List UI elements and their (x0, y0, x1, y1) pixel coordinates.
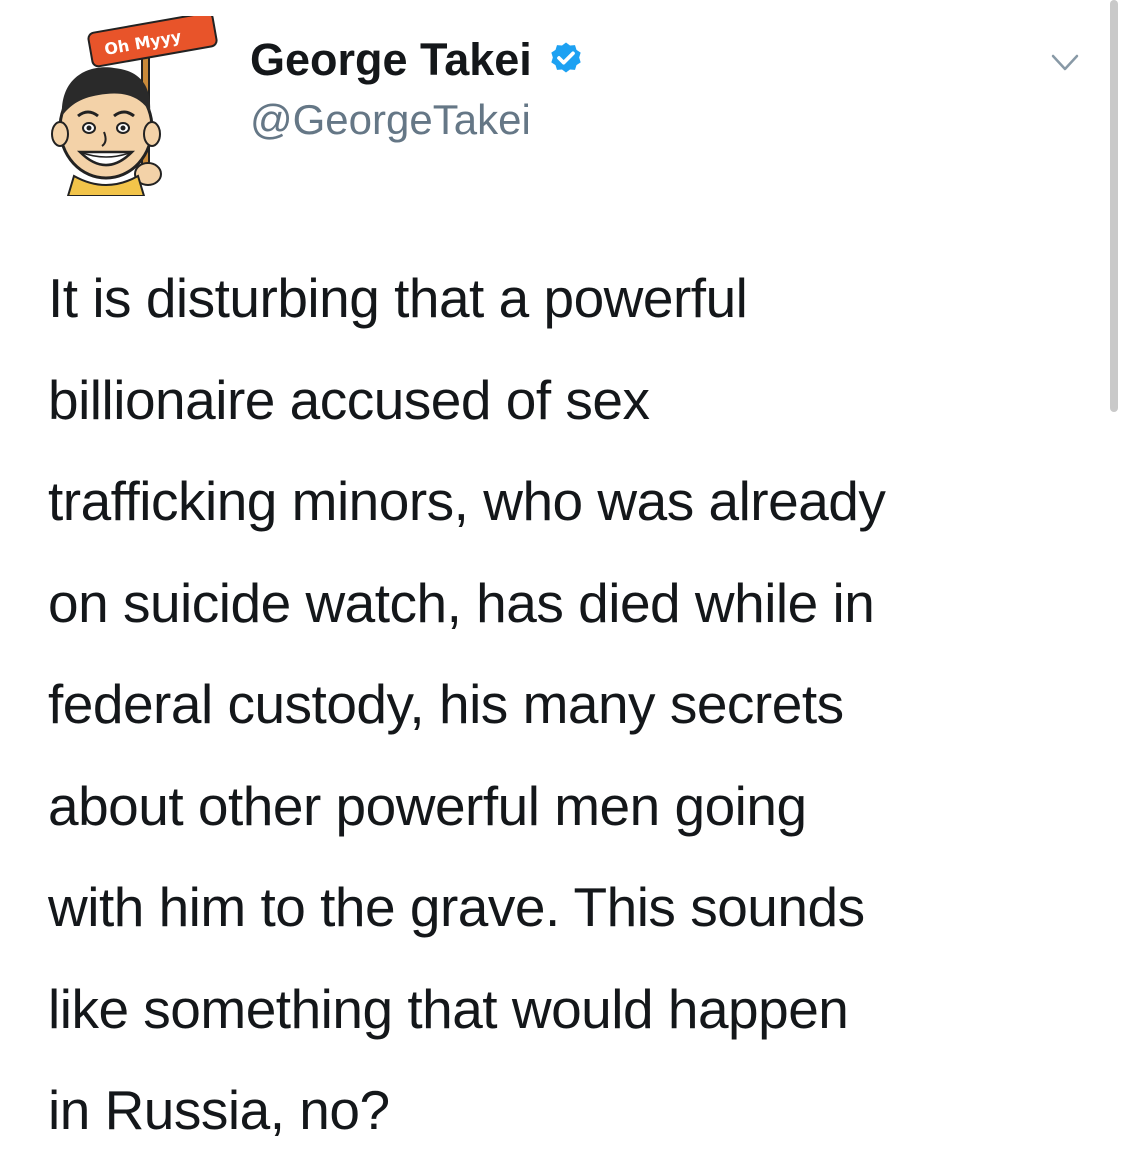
tweet-text-line: on suicide watch, has died while in (48, 571, 875, 634)
tweet-text-line: It is disturbing that a powerful (48, 267, 748, 329)
tweet-text-line: federal custody, his many secrets (48, 673, 844, 735)
tweet-text-line: with him to the grave. This sounds (48, 876, 865, 938)
author-name-text[interactable]: George Takei (250, 34, 532, 86)
author-handle[interactable]: @GeorgeTakei (250, 96, 531, 144)
tweet-card: Oh Myyy George Takei @GeorgeTakei It is … (0, 0, 1125, 1176)
avatar[interactable]: Oh Myyy (44, 16, 222, 196)
tweet-text-line: like something that would happen (48, 977, 849, 1040)
chevron-down-icon[interactable] (1050, 52, 1080, 74)
tweet-text-line: in Russia, no? (48, 1079, 390, 1141)
tweet-text-line: trafficking minors, who was already (48, 470, 886, 532)
tweet-text: It is disturbing that a powerful billion… (48, 248, 1098, 1162)
scrollbar[interactable] (1110, 0, 1118, 412)
tweet-text-line: billionaire accused of sex (48, 368, 650, 431)
verified-badge-icon (551, 42, 581, 73)
author-name[interactable]: George Takei (250, 34, 586, 86)
tweet-text-line: about other powerful men going (48, 774, 807, 837)
